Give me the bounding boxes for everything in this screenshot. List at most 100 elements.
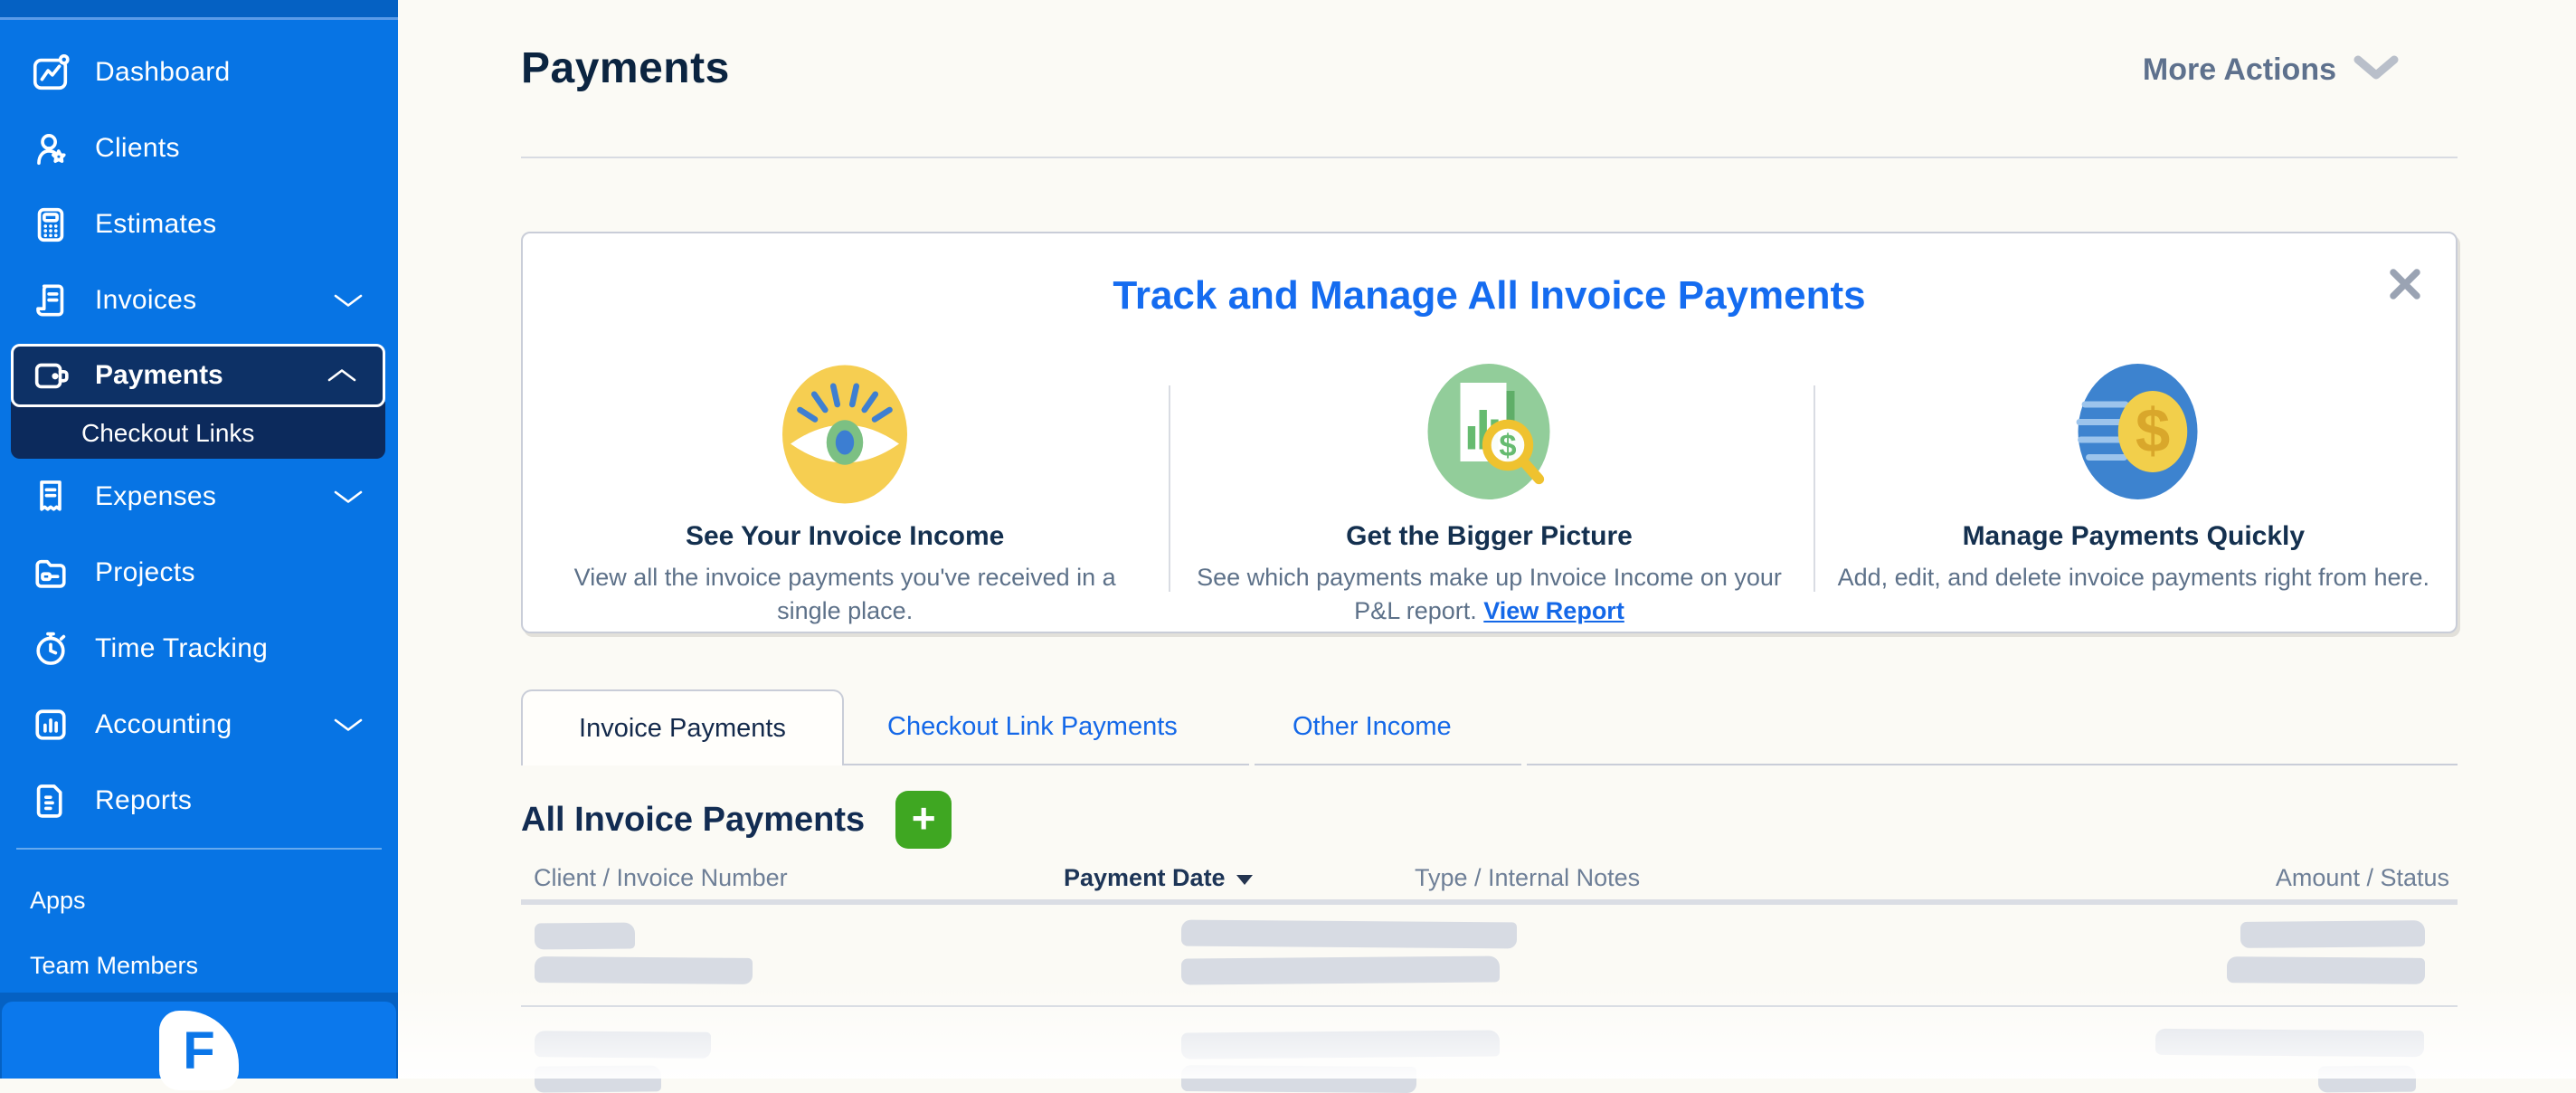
main-content: Payments More Actions Track and Manage A… [398,0,2576,1079]
sidebar-item-time-tracking[interactable]: Time Tracking [0,611,398,687]
dashboard-icon [30,52,71,93]
row-divider [521,1005,2458,1007]
more-actions-label: More Actions [2143,52,2336,88]
sidebar-item-dashboard[interactable]: Dashboard [0,34,398,110]
skeleton-bar [2227,956,2425,984]
sidebar: Dashboard Clients Estimates Invoices [0,0,398,1079]
sidebar-item-label: Reports [95,785,192,816]
projects-icon [30,552,71,594]
sidebar-secondary-nav: Apps Team Members [0,868,398,998]
clients-icon [30,128,71,169]
skeleton-bar [1181,920,1517,949]
tab-baseline [1255,764,1521,765]
skeleton-bar [1181,1030,1500,1059]
column-header-amount-status[interactable]: Amount / Status [2276,864,2449,892]
sidebar-item-label: Expenses [95,481,216,512]
sidebar-item-apps[interactable]: Apps [0,868,398,933]
column-header-client-invoice[interactable]: Client / Invoice Number [534,864,788,892]
column-header-payment-date[interactable]: Payment Date [1064,864,1253,892]
banner-column-bigger-picture: $ Get the Bigger Picture See which payme… [1167,358,1811,628]
sidebar-item-label: Estimates [95,209,216,240]
sidebar-item-accounting[interactable]: Accounting [0,687,398,763]
sidebar-nav: Dashboard Clients Estimates Invoices [0,23,398,338]
skeleton-bar [535,956,753,984]
skeleton-bar [535,923,635,950]
chevron-down-icon [333,488,364,506]
skeleton-bar [2240,920,2425,948]
sidebar-item-clients[interactable]: Clients [0,110,398,186]
banner-column-body: See which payments make up Invoice Incom… [1192,561,1785,628]
chevron-down-icon [333,291,364,309]
sort-descending-icon [1236,875,1253,885]
sidebar-top-strip [0,0,398,20]
banner-column-heading: Manage Payments Quickly [1837,521,2430,552]
sidebar-item-expenses[interactable]: Expenses [0,459,398,535]
sidebar-nav-lower: Expenses Projects Time Tracking Accounti… [0,459,398,839]
tab-baseline [844,764,1249,765]
sidebar-divider [16,848,382,850]
payments-icon [30,355,71,396]
page-title: Payments [521,43,730,93]
banner-column-manage-quickly: $ Manage Payments Quickly Add, edit, and… [1812,358,2456,628]
column-header-label: Payment Date [1064,864,1226,892]
banner-column-body: Add, edit, and delete invoice payments r… [1837,561,2430,594]
skeleton-bar [2318,1066,2416,1093]
section-header: All Invoice Payments + [521,791,952,849]
report-magnifier-icon: $ [1192,358,1785,505]
banner-column-heading: See Your Invoice Income [548,521,1141,552]
sidebar-item-payments-active[interactable]: Payments [11,344,385,407]
tab-other-income[interactable]: Other Income [1293,689,1452,764]
payments-tabs: Invoice Payments Checkout Link Payments … [521,689,2458,765]
chevron-up-icon [327,366,357,385]
banner-column-heading: Get the Bigger Picture [1192,521,1785,552]
sidebar-item-projects[interactable]: Projects [0,535,398,611]
skeleton-bar [535,1031,711,1059]
skeleton-bar [1181,955,1500,984]
promo-banner: Track and Manage All Invoice Payments [521,232,2458,633]
expenses-icon [30,476,71,518]
table-header-row: Client / Invoice Number Payment Date Typ… [521,867,2458,905]
sidebar-item-label: Dashboard [95,57,230,88]
tab-baseline [1527,764,2458,765]
sidebar-item-reports[interactable]: Reports [0,763,398,839]
sidebar-item-checkout-links[interactable]: Checkout Links [11,402,385,459]
sidebar-item-invoices[interactable]: Invoices [0,262,398,338]
sidebar-item-label: Accounting [95,709,232,740]
more-actions-button[interactable]: More Actions [2143,52,2400,88]
svg-text:$: $ [2136,396,2170,466]
sidebar-item-label: Checkout Links [81,419,254,448]
logo-letter: F [183,1021,214,1081]
reports-icon [30,780,71,822]
eye-icon [548,358,1141,505]
banner-column-body: View all the invoice payments you've rec… [548,561,1141,628]
sidebar-footer: F [2,1002,396,1079]
skeleton-bar [535,1065,661,1092]
section-title: All Invoice Payments [521,801,865,840]
close-icon[interactable] [2385,264,2425,304]
time-tracking-icon [30,628,71,670]
estimates-icon [30,204,71,245]
tab-checkout-link-payments[interactable]: Checkout Link Payments [887,689,1178,764]
tab-invoice-payments[interactable]: Invoice Payments [521,689,844,765]
column-header-type-notes[interactable]: Type / Internal Notes [1415,864,1640,892]
svg-text:$: $ [1500,429,1517,463]
sidebar-item-label: Team Members [30,952,198,980]
sidebar-item-label: Apps [30,887,86,915]
add-payment-button[interactable]: + [895,791,952,849]
invoices-icon [30,280,71,321]
chevron-down-icon [333,716,364,734]
view-report-link[interactable]: View Report [1483,597,1624,624]
sidebar-item-team-members[interactable]: Team Members [0,933,398,998]
sidebar-item-label: Time Tracking [95,633,268,664]
sidebar-item-label: Invoices [95,285,196,316]
coin-icon: $ [1837,358,2430,505]
banner-title: Track and Manage All Invoice Payments [523,273,2456,318]
skeleton-bar [2155,1029,2424,1057]
header-divider [521,157,2458,158]
sidebar-item-estimates[interactable]: Estimates [0,186,398,262]
table-rows [521,905,2458,1073]
sidebar-item-label: Projects [95,557,195,588]
skeleton-bar [1181,1065,1416,1093]
banner-column-invoice-income: See Your Invoice Income View all the inv… [523,358,1167,628]
accounting-icon [30,704,71,746]
